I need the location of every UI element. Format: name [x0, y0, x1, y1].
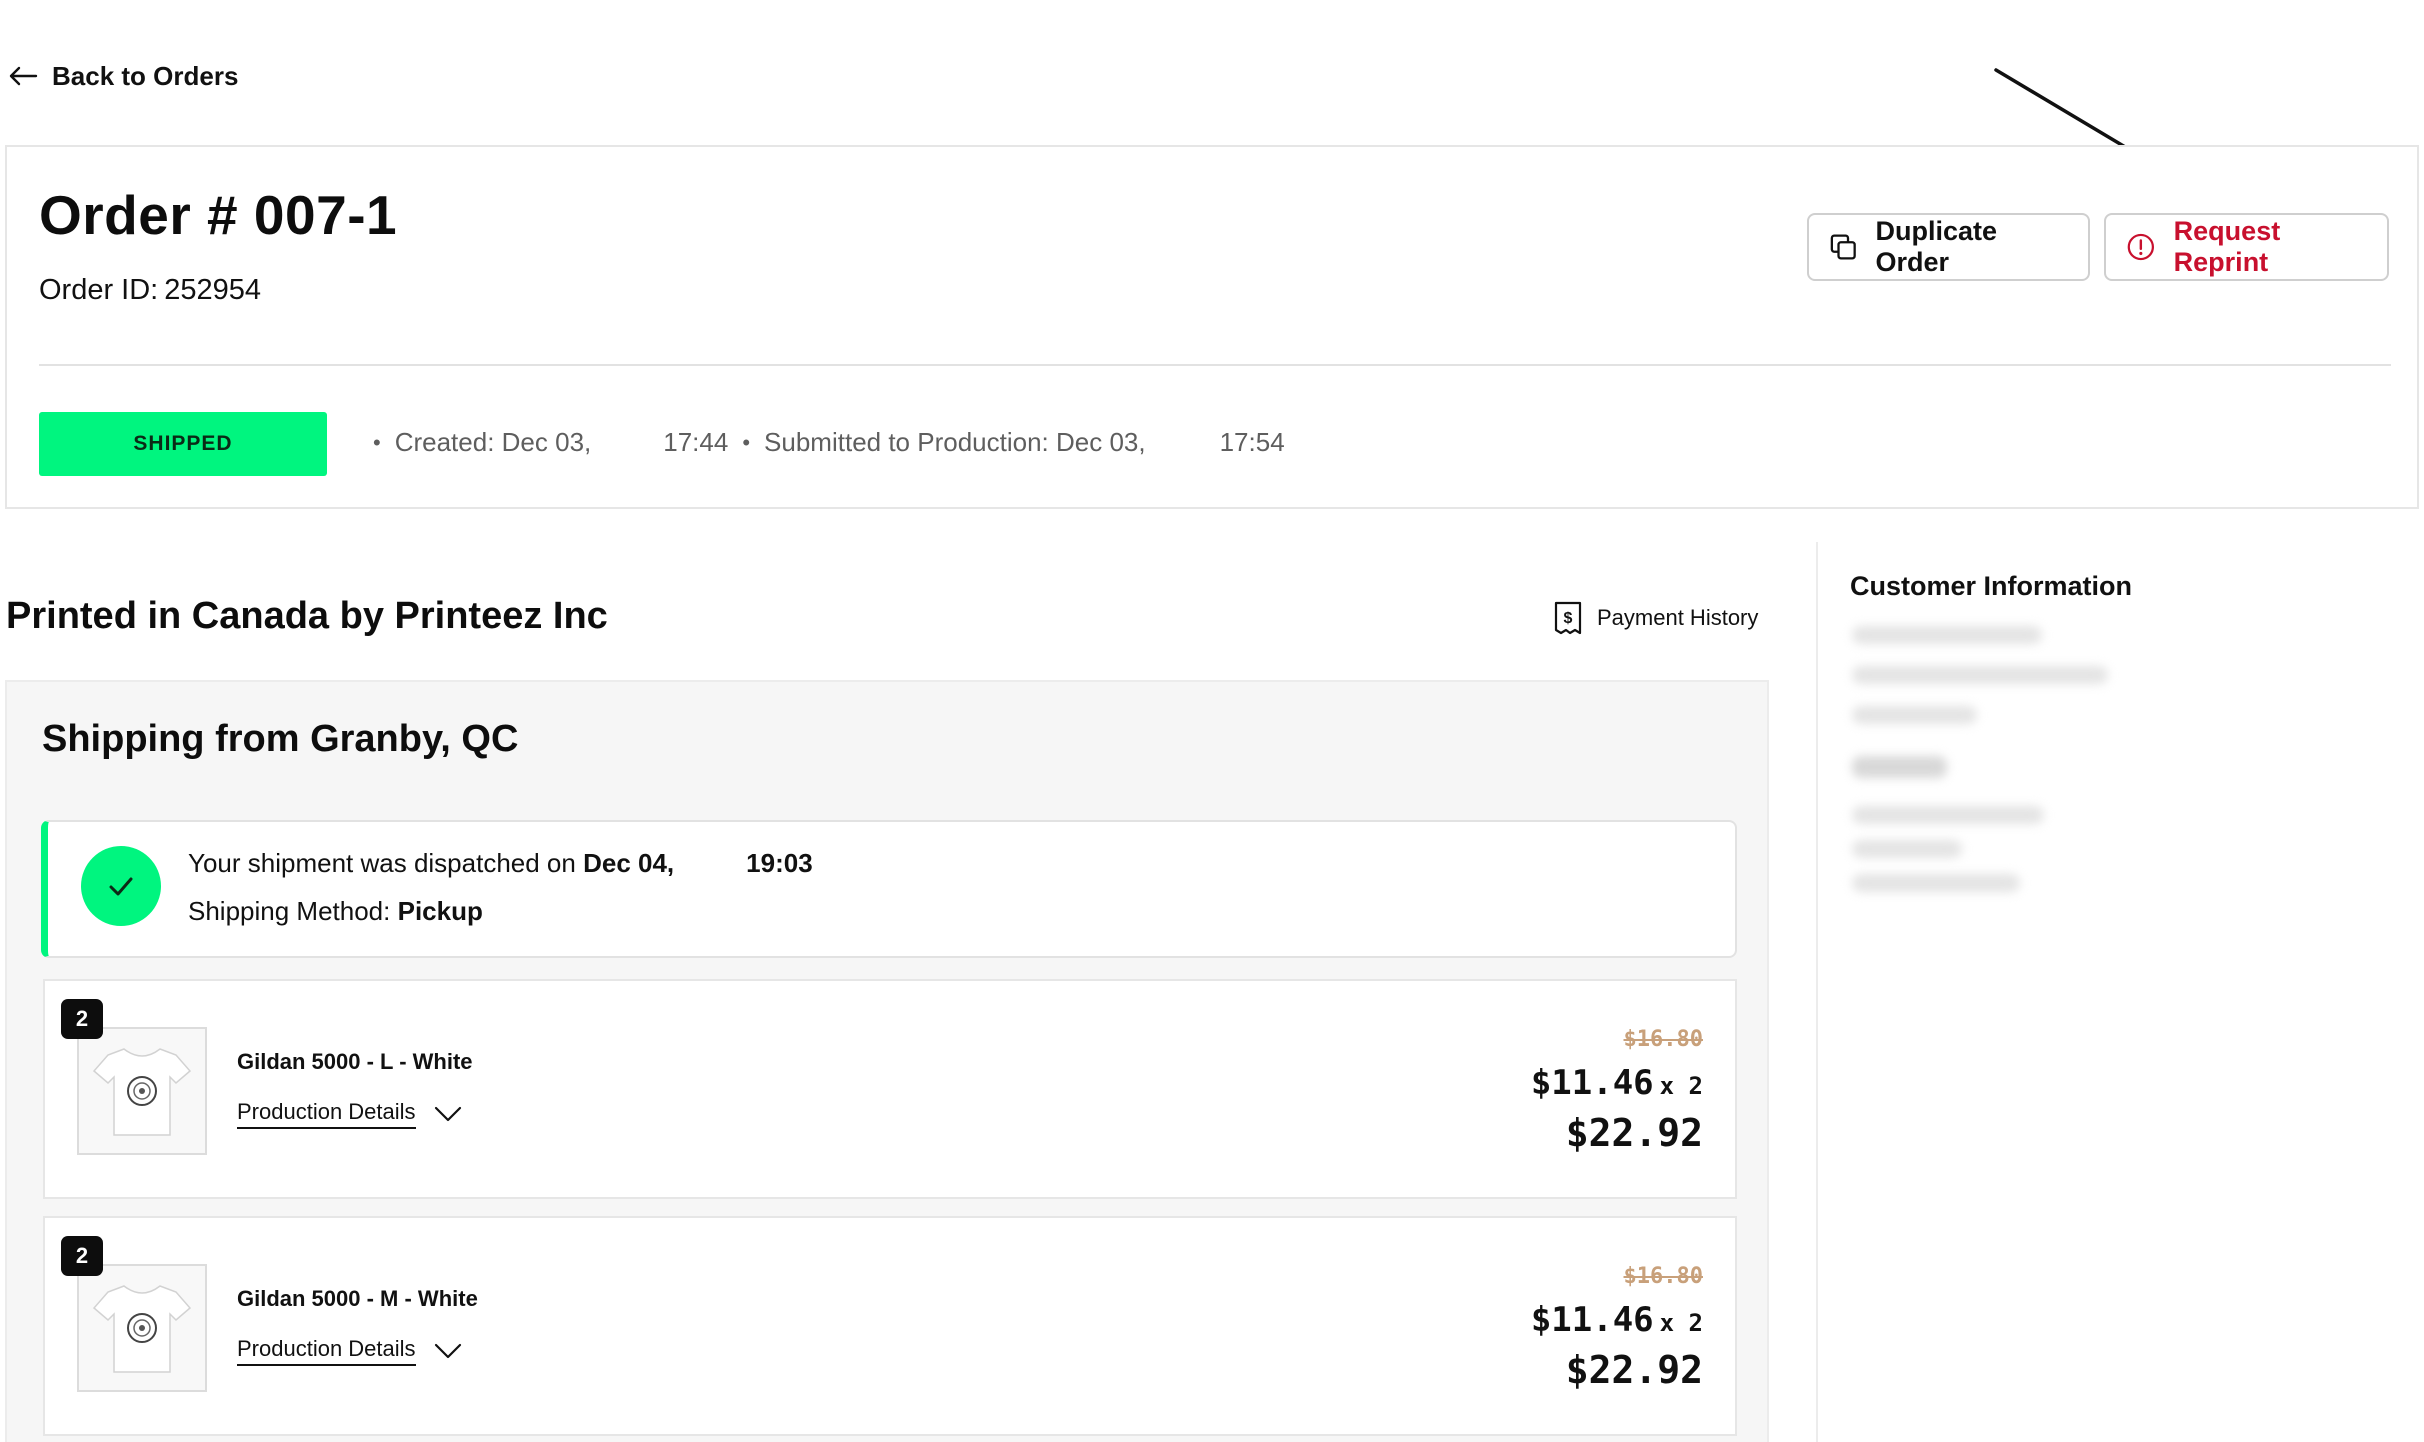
customer-info-title: Customer Information: [1850, 571, 2133, 601]
bullet-separator: •: [742, 429, 751, 455]
header-divider: [39, 364, 2391, 366]
order-id: Order ID: 252954: [39, 274, 261, 307]
shipping-title: Shipping from Granby, QC: [42, 718, 519, 760]
dispatch-message: Your shipment was dispatched on Dec 04, 1…: [188, 848, 813, 879]
line-item: 2 Gildan 5000 - M - White Production Det…: [43, 1216, 1737, 1436]
created-label: Created: Dec 03,: [394, 427, 592, 457]
tshirt-icon: [92, 1285, 192, 1373]
payment-history-link[interactable]: $ Payment History: [1553, 600, 1758, 636]
unit-quantity: x 2: [1659, 1309, 1703, 1337]
chevron-down-icon: [434, 1343, 461, 1359]
back-to-orders-link[interactable]: Back to Orders: [8, 54, 238, 98]
svg-text:$: $: [1564, 610, 1573, 627]
product-thumbnail: [77, 1264, 207, 1392]
payment-history-label: Payment History: [1597, 605, 1759, 630]
production-details-toggle[interactable]: Production Details: [237, 1336, 462, 1366]
chevron-down-icon: [434, 1106, 461, 1122]
item-name: Gildan 5000 - M - White: [237, 1286, 478, 1311]
unit-price-amount: $11.46: [1530, 1063, 1654, 1103]
shipping-method-value: Pickup: [397, 896, 483, 926]
line-total: $22.92: [1565, 1348, 1703, 1392]
check-icon: [109, 877, 133, 896]
alert-circle-icon: [2127, 233, 2155, 261]
duplicate-order-button[interactable]: Duplicate Order: [1807, 213, 2090, 281]
production-details-toggle[interactable]: Production Details: [237, 1099, 462, 1129]
receipt-dollar-icon: $: [1554, 601, 1582, 635]
unit-price-amount: $11.46: [1530, 1300, 1654, 1340]
shipping-panel: Shipping from Granby, QC Your shipment w…: [5, 680, 1769, 1442]
dispatch-check-badge: [81, 846, 161, 926]
dispatch-date: Dec 04,: [583, 848, 675, 878]
production-details-label: Production Details: [237, 1099, 416, 1129]
dispatch-notice: Your shipment was dispatched on Dec 04, 1…: [41, 820, 1737, 958]
shipping-method-label: Shipping Method:: [188, 896, 391, 926]
item-name: Gildan 5000 - L - White: [237, 1049, 473, 1074]
quantity-badge: 2: [61, 1236, 103, 1276]
dispatch-time: 19:03: [746, 848, 813, 878]
request-reprint-label: Request Reprint: [2173, 216, 2281, 277]
order-id-label: Order ID:: [39, 274, 159, 306]
line-item: 2 Gildan 5000 - L - White Production Det…: [43, 979, 1737, 1199]
back-to-orders-label: Back to Orders: [52, 60, 239, 91]
unit-price: $11.46 x 2: [1531, 1300, 1703, 1340]
duplicate-order-label: Duplicate Order: [1875, 216, 1998, 277]
tshirt-icon: [92, 1048, 192, 1136]
line-total: $22.92: [1565, 1111, 1703, 1155]
copy-icon: [1830, 234, 1856, 260]
unit-quantity: x 2: [1659, 1072, 1703, 1100]
original-price: $16.80: [1623, 1027, 1703, 1052]
submitted-label: Submitted to Production: Dec 03,: [764, 427, 1146, 457]
shipping-method: Shipping Method: Pickup: [188, 896, 483, 927]
product-thumbnail: [77, 1027, 207, 1155]
bullet-separator: •: [373, 429, 381, 455]
submitted-time: 17:54: [1219, 427, 1285, 457]
request-reprint-button[interactable]: Request Reprint: [2104, 213, 2389, 281]
order-timeline: • Created: Dec 03, 17:44 • Submitted to …: [359, 427, 1285, 458]
dispatch-prefix: Your shipment was dispatched on: [188, 848, 576, 878]
arrow-left-icon: [9, 66, 38, 86]
order-id-value: 252954: [164, 274, 262, 306]
order-title: Order # 007-1: [39, 184, 398, 246]
original-price: $16.80: [1623, 1264, 1703, 1289]
quantity-badge: 2: [61, 999, 103, 1039]
status-badge: SHIPPED: [39, 412, 327, 476]
created-time: 17:44: [663, 427, 729, 457]
printer-title: Printed in Canada by Printeez Inc: [6, 595, 608, 637]
production-details-label: Production Details: [237, 1336, 416, 1366]
unit-price: $11.46 x 2: [1531, 1063, 1703, 1103]
column-divider: [1816, 542, 1818, 1442]
order-header-card: Order # 007-1 Order ID: 252954 Duplicate …: [5, 145, 2419, 509]
